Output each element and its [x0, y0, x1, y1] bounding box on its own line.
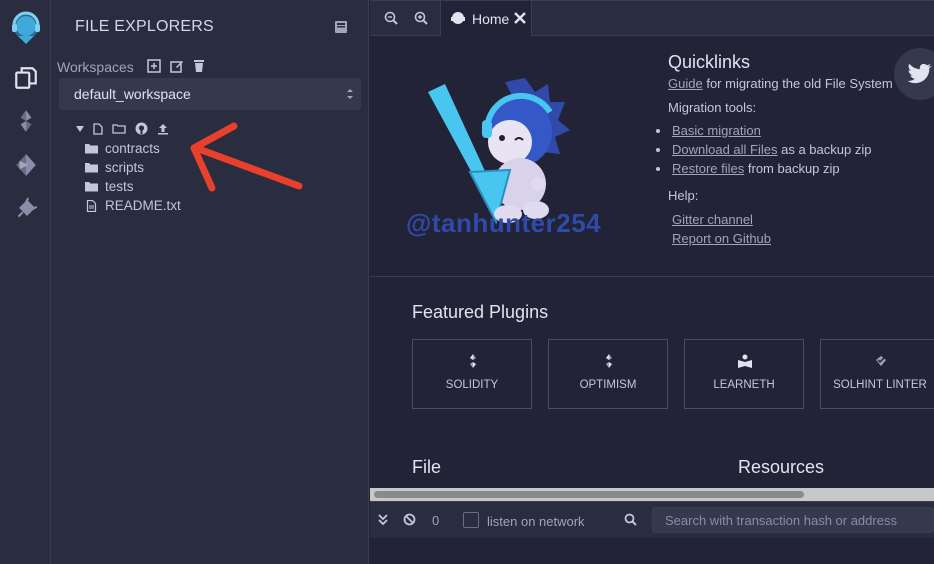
restore-files-link[interactable]: Restore files [672, 161, 744, 176]
download-suffix: as a backup zip [781, 142, 872, 157]
divider [370, 276, 934, 277]
select-caret-icon [347, 89, 353, 99]
tree-item-label: tests [105, 179, 134, 194]
tree-folder-tests[interactable]: tests [85, 179, 134, 194]
plugin-label: SOLIDITY [445, 379, 499, 391]
guide-text: for migrating the old File System [706, 76, 893, 91]
scrollbar-thumb[interactable] [374, 491, 804, 498]
terminal-output [370, 538, 934, 564]
new-folder-icon[interactable] [112, 123, 126, 134]
github-link[interactable]: Report on Github [672, 231, 771, 246]
bullet [656, 148, 660, 152]
annotation-arrow-icon [190, 122, 303, 192]
tab-label: Home [472, 11, 510, 27]
file-section-title: File [412, 457, 442, 477]
tab-home[interactable]: Home [440, 0, 532, 36]
close-icon[interactable] [514, 12, 526, 24]
restore-suffix: from backup zip [747, 161, 840, 176]
folder-icon [85, 144, 98, 154]
panel-title: FILE EXPLORERS [75, 18, 214, 35]
add-workspace-icon[interactable] [147, 59, 161, 73]
download-all-link[interactable]: Download all Files [672, 142, 778, 157]
workspace-select-value: default_workspace [74, 86, 191, 102]
restore-line: Restore files from backup zip [672, 161, 840, 176]
guide-line: Guide for migrating the old File System [668, 76, 893, 91]
terminal-toolbar: 0 listen on network [370, 501, 934, 538]
quicklinks-title: Quicklinks [668, 52, 751, 72]
book-reader-icon [738, 354, 752, 368]
tab-bar: Home [370, 0, 934, 36]
file-tree-toolbar [76, 122, 169, 135]
download-line: Download all Files as a backup zip [672, 142, 871, 157]
plugin-label: SOLHINT LINTER [833, 379, 927, 391]
zoom-in-icon[interactable] [414, 11, 428, 25]
plugin-label: OPTIMISM [579, 379, 637, 391]
horizontal-scrollbar[interactable] [370, 488, 934, 501]
optimism-icon [606, 354, 612, 368]
basic-migration-link[interactable]: Basic migration [672, 123, 761, 138]
help-title: Help: [668, 188, 699, 203]
file-explorer-panel: FILE EXPLORERS Workspaces default_worksp… [51, 0, 369, 564]
plugin-card-solhint[interactable]: SOLHINT LINTER [820, 339, 934, 409]
tree-folder-contracts[interactable]: contracts [85, 141, 160, 156]
tree-item-label: scripts [105, 160, 145, 175]
plugin-label: LEARNETH [713, 379, 775, 391]
upload-icon[interactable] [157, 123, 169, 135]
icon-panel [0, 0, 51, 564]
tree-file-readme[interactable]: README.txt [85, 198, 181, 213]
remix-logo-icon[interactable] [6, 8, 46, 48]
plugin-card-solidity[interactable]: SOLIDITY [412, 339, 532, 409]
listen-network-label: listen on network [487, 514, 585, 529]
file-explorer-icon[interactable] [13, 65, 39, 91]
remix-home-icon [451, 12, 465, 24]
solidity-icon [470, 354, 476, 368]
plugin-card-learneth[interactable]: LEARNETH [684, 339, 804, 409]
deploy-run-icon[interactable] [13, 152, 39, 178]
folder-icon [85, 182, 98, 192]
watermark-text: @tanhunter254 [406, 208, 602, 238]
search-icon [624, 513, 637, 526]
book-icon[interactable] [334, 20, 348, 34]
tree-item-label: README.txt [105, 198, 181, 213]
delete-workspace-icon[interactable] [193, 59, 205, 73]
file-text-icon [86, 199, 97, 212]
bullet [656, 167, 660, 171]
plugin-card-optimism[interactable]: OPTIMISM [548, 339, 668, 409]
clear-console-icon[interactable] [403, 513, 416, 526]
workspace-select[interactable]: default_workspace [59, 78, 361, 110]
twitter-icon [907, 63, 932, 84]
workspaces-label: Workspaces [57, 59, 134, 75]
github-icon[interactable] [135, 122, 148, 135]
new-file-icon[interactable] [93, 122, 103, 135]
migration-title: Migration tools: [668, 100, 757, 115]
tree-folder-scripts[interactable]: scripts [85, 160, 144, 175]
transaction-search-input[interactable] [652, 507, 934, 533]
workspace-actions [147, 59, 205, 73]
main-panel: Home @tanhunter254 Quicklinks Guide for … [370, 0, 934, 564]
listen-network-checkbox[interactable] [463, 512, 479, 528]
caret-down-icon[interactable] [76, 125, 84, 132]
tree-item-label: contracts [105, 141, 160, 156]
plugin-manager-icon[interactable] [13, 196, 39, 222]
gitter-link[interactable]: Gitter channel [672, 212, 753, 227]
guide-link[interactable]: Guide [668, 76, 703, 91]
home-content: @tanhunter254 Quicklinks Guide for migra… [370, 36, 934, 488]
solhint-icon [876, 356, 886, 366]
pending-tx-count: 0 [432, 513, 440, 528]
resources-section-title: Resources [738, 457, 825, 477]
folder-icon [85, 163, 98, 173]
featured-plugins-title: Featured Plugins [412, 302, 549, 322]
solidity-compiler-icon[interactable] [13, 108, 39, 134]
zoom-out-icon[interactable] [384, 11, 398, 25]
bullet [656, 129, 660, 133]
double-chevron-down-icon[interactable] [378, 514, 388, 526]
rename-workspace-icon[interactable] [170, 59, 184, 73]
top-border [370, 0, 934, 1]
